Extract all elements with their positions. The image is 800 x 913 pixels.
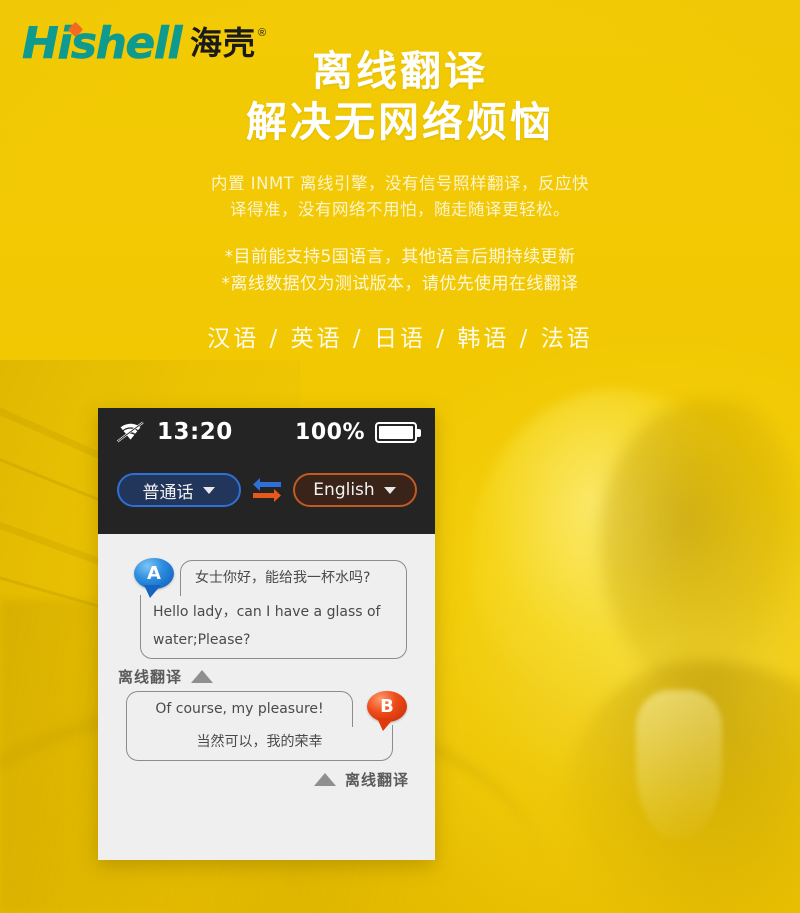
triangle-up-icon (191, 669, 214, 683)
target-language-label: English (313, 480, 375, 500)
message-b-offline-label: 离线翻译 (344, 771, 409, 789)
wifi-off-icon (116, 421, 145, 443)
hero-notes: *目前能支持5国语言，其他语言后期持续更新 *离线数据仅为测试版本，请优先使用在… (160, 244, 640, 299)
speaker-badge-b-label: B (380, 695, 394, 717)
hero-note-line-2: *离线数据仅为测试版本，请优先使用在线翻译 (221, 274, 579, 295)
phone-mockup: 13:20 100% 普通话 English A 女士你好，能给我一杯水吗? H… (98, 408, 435, 860)
message-a-offline-tag[interactable]: 离线翻译 (118, 666, 415, 687)
source-language-selector[interactable]: 普通话 (116, 473, 241, 507)
promo-page: Hishell 海壳 ® 离线翻译 解决无网络烦恼 内置 INMT 离线引擎，没… (0, 0, 800, 913)
brand-wordmark: Hishell (22, 18, 183, 69)
language-selector-bar: 普通话 English (98, 456, 435, 534)
phone-top-section: 13:20 100% 普通话 English (98, 408, 435, 534)
message-a-translation-line-2: water;Please? (153, 631, 251, 648)
message-b-offline-tag[interactable]: 离线翻译 (118, 769, 415, 790)
speaker-badge-a-label: A (147, 563, 161, 584)
message-b-translation-bubble[interactable]: 当然可以，我的荣幸 (126, 725, 393, 761)
target-language-selector[interactable]: English (292, 473, 417, 507)
chat-area: A 女士你好，能给我一杯水吗? Hello lady，can I have a … (98, 534, 435, 860)
swap-arrows-icon[interactable] (251, 475, 283, 505)
triangle-up-icon (313, 773, 336, 786)
message-a-offline-label: 离线翻译 (118, 667, 183, 686)
supported-languages-list: 汉语 / 英语 / 日语 / 韩语 / 法语 (207, 326, 593, 352)
speaker-badge-a: A (134, 558, 174, 598)
battery-percent-label: 100% (295, 419, 365, 445)
message-b-original-bubble[interactable]: Of course, my pleasure! (126, 690, 353, 727)
hero-description: 内置 INMT 离线引擎，没有信号照样翻译，反应快 译得准，没有网络不用怕，随走… (160, 171, 640, 224)
message-a-original-bubble[interactable]: 女士你好，能给我一杯水吗? (180, 560, 407, 596)
chat-message-b: B Of course, my pleasure! 当然可以，我的荣幸 离线翻译 (118, 690, 415, 791)
hero-title-line-1: 离线翻译 (312, 47, 488, 95)
chevron-down-icon (383, 486, 396, 494)
status-bar-clock: 13:20 (157, 419, 233, 445)
message-a-translation-bubble[interactable]: Hello lady，can I have a glass of water;P… (140, 594, 407, 659)
phone-status-bar: 13:20 100% (98, 408, 435, 456)
hero-title-line-2: 解决无网络烦恼 (246, 98, 554, 147)
message-a-translation-line-1: Hello lady，can I have a glass of (153, 603, 381, 620)
hero-description-line-1: 内置 INMT 离线引擎，没有信号照样翻译，反应快 (210, 173, 589, 193)
message-b-translation-text: 当然可以，我的荣幸 (196, 734, 323, 750)
message-a-original-text: 女士你好，能给我一杯水吗? (195, 570, 371, 586)
speaker-badge-b: B (367, 690, 407, 731)
registered-trademark-icon: ® (257, 27, 267, 39)
status-bar-right-group: 100% (295, 419, 421, 445)
hero-note-line-1: *目前能支持5国语言，其他语言后期持续更新 (224, 246, 576, 267)
source-language-label: 普通话 (142, 482, 194, 503)
hero-description-line-2: 译得准，没有网络不用怕，随走随译更轻松。 (230, 200, 570, 220)
message-b-original-text: Of course, my pleasure! (155, 700, 324, 717)
battery-full-icon (375, 421, 421, 443)
chat-message-a: A 女士你好，能给我一杯水吗? Hello lady，can I have a … (118, 558, 415, 687)
chevron-down-icon (202, 486, 215, 494)
hero-section: 离线翻译 解决无网络烦恼 内置 INMT 离线引擎，没有信号照样翻译，反应快 译… (160, 46, 640, 353)
battery-fill (379, 425, 413, 439)
